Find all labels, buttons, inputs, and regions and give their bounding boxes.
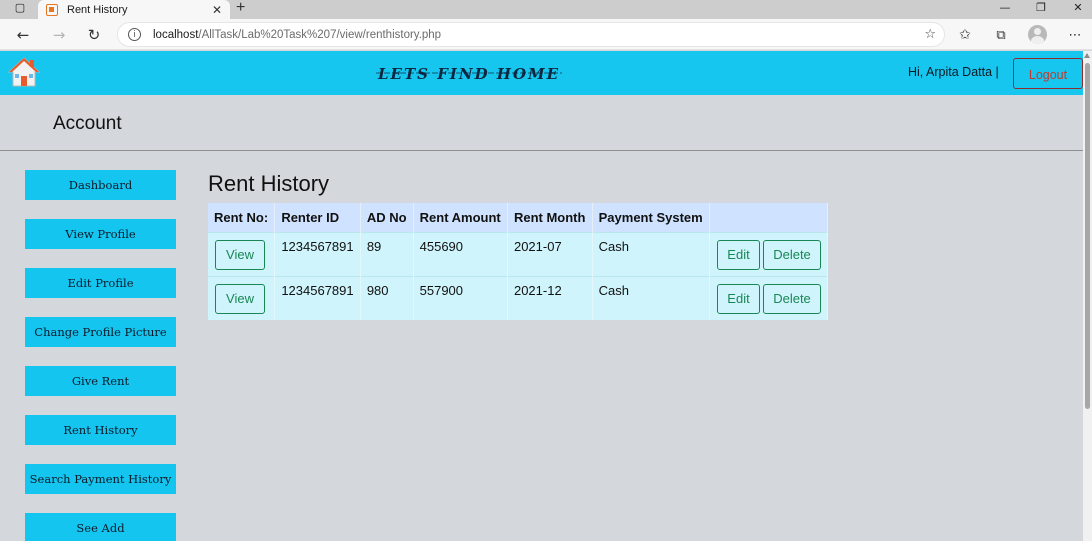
actions-cell: Edit Delete — [709, 275, 828, 320]
main-content: Rent History Rent No: Renter ID AD No Re… — [208, 170, 828, 320]
renter-id-cell: 1234567891 — [274, 275, 361, 320]
view-button[interactable]: View — [215, 239, 265, 270]
table-row: View 1234567891 89 455690 2021-07 Cash E… — [208, 231, 828, 276]
scroll-up-arrow-icon[interactable] — [1084, 53, 1090, 58]
ad-no-cell: 980 — [360, 275, 414, 320]
refresh-icon[interactable]: ↻ — [84, 25, 104, 45]
more-icon[interactable]: ⋯ — [1065, 25, 1085, 45]
payment-system-cell: Cash — [592, 231, 711, 276]
column-header-payment-system: Payment System — [592, 203, 711, 232]
url-host: localhost — [153, 28, 199, 41]
rent-no-cell: View — [208, 231, 276, 276]
tab-title: Rent History — [67, 3, 128, 16]
window-close-icon[interactable]: ✕ — [1067, 0, 1089, 15]
delete-button[interactable]: Delete — [763, 283, 821, 314]
sidebar: Dashboard View Profile Edit Profile Chan… — [25, 170, 176, 541]
rent-no-cell: View — [208, 275, 276, 320]
back-arrow-icon[interactable]: ← — [13, 25, 33, 45]
column-header-actions — [709, 203, 828, 232]
sidebar-item-edit-profile[interactable]: Edit Profile — [25, 268, 176, 298]
payment-system-cell: Cash — [592, 275, 711, 320]
scrollbar-thumb[interactable] — [1085, 63, 1090, 409]
table-row: View 1234567891 980 557900 2021-12 Cash … — [208, 275, 828, 320]
delete-button[interactable]: Delete — [763, 239, 821, 270]
account-title: Account — [53, 113, 122, 134]
table-header-row: Rent No: Renter ID AD No Rent Amount Ren… — [208, 203, 828, 232]
tab-actions-icon[interactable]: ▢ — [9, 0, 31, 15]
ad-no-cell: 89 — [360, 231, 414, 276]
page-scrollbar[interactable] — [1083, 51, 1092, 541]
site-brand[interactable]: Lets Find Home — [375, 65, 563, 83]
rent-month-cell: 2021-07 — [507, 231, 593, 276]
column-header-rent-month: Rent Month — [507, 203, 593, 232]
rent-amount-cell: 455690 — [413, 231, 508, 276]
column-header-rent-no: Rent No: — [208, 203, 276, 232]
forward-arrow-icon[interactable]: → — [49, 25, 69, 45]
star-add-icon[interactable]: ☆ — [924, 27, 936, 42]
logout-button[interactable]: Logout — [1013, 58, 1083, 89]
sidebar-item-search-payment-history[interactable]: Search Payment History — [25, 464, 176, 494]
page-viewport: Lets Find Home Hi, Arpita Datta | Logout… — [0, 51, 1083, 541]
sidebar-item-view-profile[interactable]: View Profile — [25, 219, 176, 249]
column-header-renter-id: Renter ID — [274, 203, 361, 232]
home-icon[interactable] — [8, 57, 40, 87]
view-button[interactable]: View — [215, 283, 265, 314]
account-bar: Account — [0, 95, 1083, 151]
rent-amount-cell: 557900 — [413, 275, 508, 320]
column-header-rent-amount: Rent Amount — [413, 203, 508, 232]
tab-close-icon[interactable]: ✕ — [212, 3, 222, 17]
rent-history-table: Rent No: Renter ID AD No Rent Amount Ren… — [208, 203, 828, 320]
favorites-icon[interactable]: ✩ — [955, 25, 975, 45]
edit-button[interactable]: Edit — [717, 239, 760, 270]
column-header-ad-no: AD No — [360, 203, 414, 232]
info-icon[interactable]: i — [128, 28, 141, 41]
sidebar-item-change-profile-picture[interactable]: Change Profile Picture — [25, 317, 176, 347]
browser-toolbar: ← → ↻ i localhost/AllTask/Lab%20Task%207… — [0, 19, 1092, 50]
xampp-favicon-icon — [46, 3, 58, 16]
renter-id-cell: 1234567891 — [274, 231, 361, 276]
collections-icon[interactable]: ⧉ — [991, 25, 1011, 45]
sidebar-item-see-add[interactable]: See Add — [25, 513, 176, 541]
sidebar-item-rent-history[interactable]: Rent History — [25, 415, 176, 445]
rent-month-cell: 2021-12 — [507, 275, 593, 320]
site-header: Lets Find Home Hi, Arpita Datta | Logout — [0, 51, 1083, 95]
user-greeting: Hi, Arpita Datta | — [908, 65, 999, 79]
maximize-icon[interactable]: ❐ — [1030, 0, 1052, 15]
browser-tab[interactable]: Rent History ✕ — [38, 0, 230, 19]
page-title: Rent History — [208, 171, 330, 196]
sidebar-item-give-rent[interactable]: Give Rent — [25, 366, 176, 396]
browser-tab-strip: ▢ Rent History ✕ + — ❐ ✕ — [0, 0, 1092, 19]
address-bar[interactable]: i localhost/AllTask/Lab%20Task%207/view/… — [117, 22, 945, 47]
sidebar-item-dashboard[interactable]: Dashboard — [25, 170, 176, 200]
minimize-icon[interactable]: — — [994, 0, 1016, 15]
actions-cell: Edit Delete — [709, 231, 828, 276]
url-path: /AllTask/Lab%20Task%207/view/renthistory… — [198, 28, 442, 41]
edit-button[interactable]: Edit — [717, 283, 760, 314]
profile-icon[interactable] — [1028, 25, 1047, 44]
new-tab-icon[interactable]: + — [236, 0, 245, 16]
